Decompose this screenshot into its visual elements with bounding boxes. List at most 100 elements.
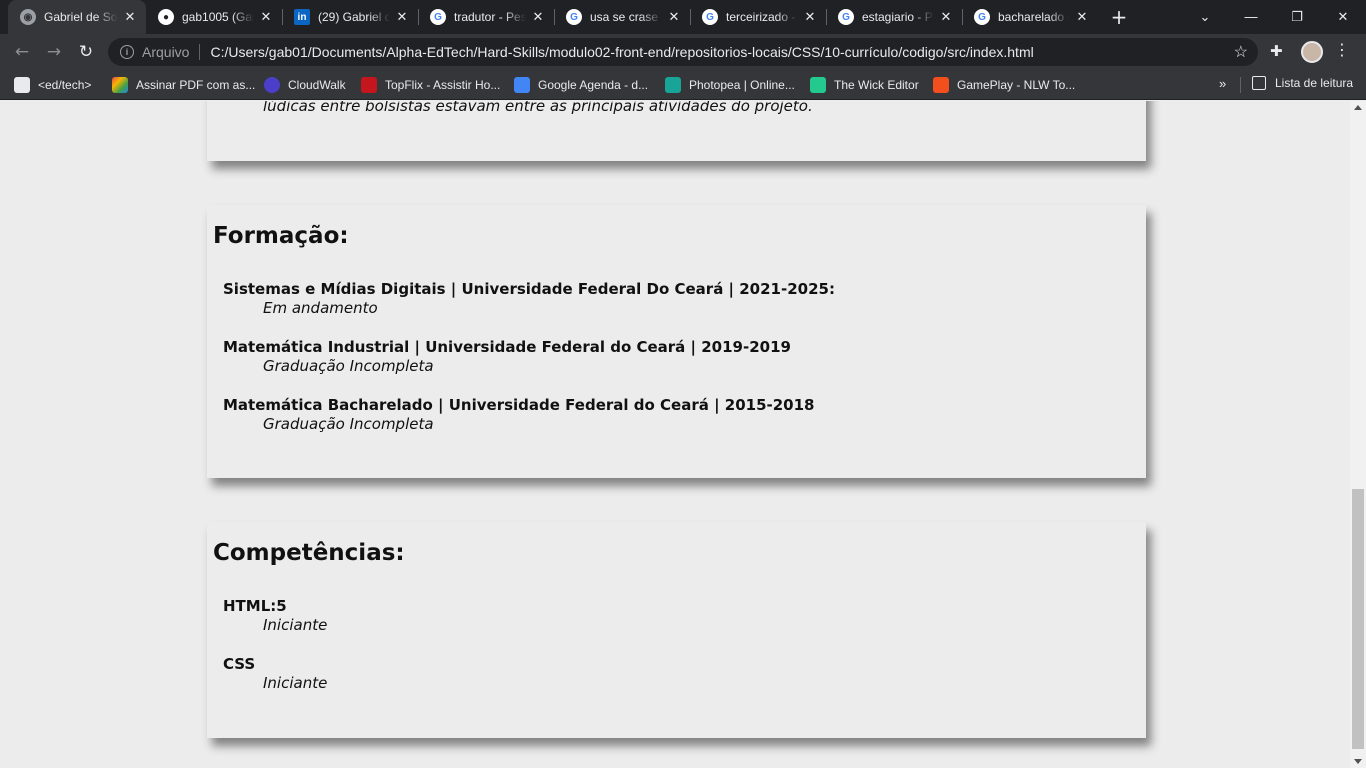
tab-title: gab1005 (Gabriel) [182, 10, 254, 24]
tab-strip: ◉ Gabriel de Sousa ✕ ● gab1005 (Gabriel)… [0, 0, 1366, 34]
more-bookmarks-icon[interactable]: » [1219, 76, 1226, 91]
experience-card: lúdicas entre bolsistas estavam entre as… [207, 101, 1146, 161]
bookmark-google-agenda[interactable]: Google Agenda - d... [514, 76, 648, 94]
tab-search-icon[interactable]: ⌄ [1182, 0, 1228, 34]
bookmark-assinar-pdf[interactable]: Assinar PDF com as... [112, 76, 255, 94]
reading-list-label: Lista de leitura [1275, 76, 1354, 90]
close-icon[interactable]: ✕ [1074, 9, 1090, 25]
close-icon[interactable]: ✕ [530, 9, 546, 25]
close-icon[interactable]: ✕ [394, 9, 410, 25]
info-icon[interactable]: i [120, 45, 134, 59]
tab-title: terceirizado - Pesquisa [726, 10, 798, 24]
education-entry-title: Matemática Industrial | Universidade Fed… [223, 338, 791, 356]
menu-icon[interactable]: ⋮ [1334, 40, 1350, 59]
close-icon[interactable]: ✕ [258, 9, 274, 25]
extensions-icon[interactable]: ✚ [1270, 42, 1283, 60]
tab-title: bacharelado - Pesquisa [998, 10, 1070, 24]
avatar[interactable] [1301, 41, 1323, 63]
scheme-label: Arquivo [142, 44, 190, 60]
star-icon[interactable]: ☆ [1234, 42, 1248, 62]
bookmark-cloudwalk[interactable]: CloudWalk [264, 76, 346, 94]
bookmark-label: <ed/tech> [38, 78, 92, 92]
tab-tradutor[interactable]: G tradutor - Pesquisa Google ✕ [418, 0, 554, 34]
scroll-down-icon[interactable] [1354, 759, 1362, 764]
tab-title: usa se crase ou não [590, 10, 662, 24]
page-viewport: lúdicas entre bolsistas estavam entre as… [0, 101, 1350, 768]
address-bar[interactable]: i Arquivo C:/Users/gab01/Documents/Alpha… [108, 38, 1258, 66]
bookmark-edtech[interactable]: <ed/tech> [14, 76, 91, 94]
bookmark-gameplay[interactable]: GamePlay - NLW To... [933, 76, 1075, 94]
competencias-card: Competências: HTML:5 Iniciante CSS Inici… [207, 522, 1146, 738]
close-icon[interactable]: ✕ [802, 9, 818, 25]
scrollbar-thumb[interactable] [1352, 489, 1364, 749]
section-title: Competências: [213, 540, 405, 566]
close-icon[interactable]: ✕ [122, 9, 138, 25]
education-entry-status: Graduação Incompleta [263, 357, 434, 375]
linkedin-icon: in [294, 9, 310, 25]
tab-crase[interactable]: G usa se crase ou não ✕ [554, 0, 690, 34]
close-icon[interactable]: ✕ [938, 9, 954, 25]
reload-button[interactable]: ↻ [74, 40, 98, 64]
bookmark-label: Photopea | Online... [689, 78, 795, 92]
reading-list-button[interactable]: Lista de leitura [1252, 76, 1353, 90]
experience-description: lúdicas entre bolsistas estavam entre as… [263, 101, 813, 115]
education-entry-title: Sistemas e Mídias Digitais | Universidad… [223, 280, 835, 298]
figma-icon [933, 77, 949, 93]
skill-level: Iniciante [263, 674, 328, 692]
browser-toolbar: ← → ↻ i Arquivo C:/Users/gab01/Documents… [0, 34, 1366, 70]
skill-level: Iniciante [263, 616, 328, 634]
tab-estagiario[interactable]: G estagiario - Pesquisa ✕ [826, 0, 962, 34]
new-tab-button[interactable]: + [1108, 7, 1130, 29]
tab-title: estagiario - Pesquisa [862, 10, 934, 24]
back-button[interactable]: ← [10, 40, 34, 64]
close-window-button[interactable]: ✕ [1320, 0, 1366, 34]
tab-linkedin[interactable]: in (29) Gabriel de Sousa ✕ [282, 0, 418, 34]
vertical-scrollbar[interactable] [1350, 101, 1366, 768]
google-icon: G [566, 9, 582, 25]
google-icon: G [838, 9, 854, 25]
url-text[interactable]: C:/Users/gab01/Documents/Alpha-EdTech/Ha… [210, 44, 1033, 60]
bookmark-icon [264, 77, 280, 93]
bookmark-label: Assinar PDF com as... [136, 78, 256, 92]
bookmark-icon [810, 77, 826, 93]
scroll-up-icon[interactable] [1354, 105, 1362, 110]
bookmark-wick-editor[interactable]: The Wick Editor [810, 76, 919, 94]
tab-bacharelado[interactable]: G bacharelado - Pesquisa ✕ [962, 0, 1098, 34]
tab-github[interactable]: ● gab1005 (Gabriel) ✕ [146, 0, 282, 34]
skill-name: HTML:5 [223, 597, 287, 615]
skill-name: CSS [223, 655, 256, 673]
calendar-icon [514, 77, 530, 93]
bookmark-icon [665, 77, 681, 93]
close-icon[interactable]: ✕ [666, 9, 682, 25]
bookmarks-separator [1240, 77, 1241, 93]
google-icon: G [430, 9, 446, 25]
tab-title: tradutor - Pesquisa Google [454, 10, 526, 24]
bookmark-label: The Wick Editor [834, 78, 919, 92]
bookmark-photopea[interactable]: Photopea | Online... [665, 76, 795, 94]
bookmark-topflix[interactable]: TopFlix - Assistir Ho... [361, 76, 500, 94]
tab-title: (29) Gabriel de Sousa [318, 10, 390, 24]
omnibox-separator [199, 44, 201, 60]
bookmark-icon [14, 77, 30, 93]
education-entry-status: Em andamento [263, 299, 378, 317]
google-icon: G [702, 9, 718, 25]
bookmark-label: TopFlix - Assistir Ho... [385, 78, 501, 92]
formacao-card: Formação: Sistemas e Mídias Digitais | U… [207, 205, 1146, 478]
education-entry-title: Matemática Bacharelado | Universidade Fe… [223, 396, 815, 414]
forward-button[interactable]: → [42, 40, 66, 64]
bookmark-label: Google Agenda - d... [538, 78, 649, 92]
bookmark-label: CloudWalk [288, 78, 346, 92]
google-icon: G [974, 9, 990, 25]
bookmarks-bar: <ed/tech> Assinar PDF com as... CloudWal… [0, 70, 1366, 100]
section-title: Formação: [213, 223, 349, 249]
tab-terceirizado[interactable]: G terceirizado - Pesquisa ✕ [690, 0, 826, 34]
bookmark-icon [112, 77, 128, 93]
tab-title: Gabriel de Sousa [44, 10, 118, 24]
tab-gabriel-de-sousa[interactable]: ◉ Gabriel de Sousa ✕ [8, 0, 146, 34]
minimize-button[interactable]: ― [1228, 0, 1274, 34]
bookmark-icon [361, 77, 377, 93]
restore-button[interactable]: ❐ [1274, 0, 1320, 34]
globe-icon: ◉ [20, 9, 36, 25]
github-icon: ● [158, 9, 174, 25]
education-entry-status: Graduação Incompleta [263, 415, 434, 433]
